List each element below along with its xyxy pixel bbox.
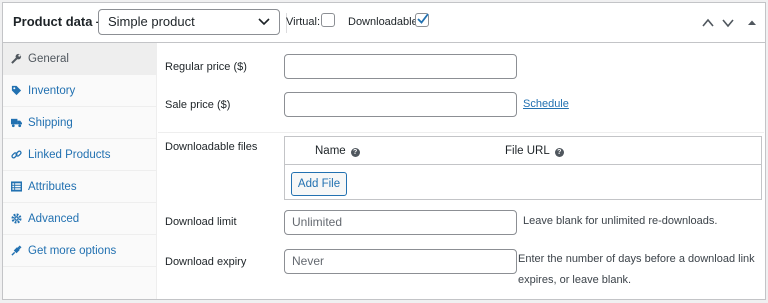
schedule-link[interactable]: Schedule [523,98,569,110]
panel-title: Product data — [13,14,110,29]
virtual-label: Virtual: [286,16,321,28]
download-expiry-label: Download expiry [165,256,247,268]
tab-label: Attributes [28,181,77,193]
downloadable-label: Downloadable: [348,16,421,28]
product-data-panel: Product data — Simple product Virtual: D… [2,2,766,300]
tab-label: General [28,53,69,65]
download-expiry-hint-line-2: expires, or leave blank. [518,274,632,286]
add-file-button[interactable]: Add File [291,172,347,196]
tab-label: Shipping [28,117,73,129]
list-icon [11,181,22,192]
download-limit-input[interactable]: Unlimited [284,210,517,235]
download-expiry-input[interactable]: Never [284,249,517,274]
tag-icon [11,85,22,96]
tab-label: Linked Products [28,149,111,161]
sale-price-label: Sale price ($) [165,99,231,111]
tab-label: Advanced [28,213,80,225]
tab-get-more-options[interactable]: Get more options [3,235,156,267]
tab-label: Inventory [28,85,76,97]
tab-advanced[interactable]: Advanced [3,203,156,235]
move-down-icon[interactable] [721,16,735,30]
product-type-select[interactable]: Simple product [98,9,280,35]
section-divider [158,132,764,133]
help-icon[interactable]: ? [350,148,360,157]
download-expiry-hint-line-1: Enter the number of days before a downlo… [518,253,755,265]
gear-icon [11,213,22,224]
plugin-icon [11,245,22,256]
tab-inventory[interactable]: Inventory [3,75,156,107]
tab-shipping[interactable]: Shipping [3,107,156,139]
column-header-file-url: File URL? [505,145,564,157]
regular-price-label: Regular price ($) [165,61,247,73]
move-up-icon[interactable] [701,16,715,30]
downloadable-files-table: Name? File URL? Add File [284,136,762,200]
wrench-icon [11,53,22,64]
downloadable-checkbox[interactable] [415,13,429,27]
checkmark-icon [417,13,429,24]
tab-label: Get more options [28,245,117,257]
sale-price-input[interactable] [284,92,517,117]
chevron-down-icon [258,18,270,26]
column-header-name: Name? [315,145,360,157]
files-table-header: Name? File URL? [285,137,761,165]
collapse-toggle-icon[interactable] [745,16,759,30]
download-limit-label: Download limit [165,216,237,228]
download-limit-hint: Leave blank for unlimited re-downloads. [523,215,718,227]
tab-linked-products[interactable]: Linked Products [3,139,156,171]
link-icon [11,150,22,159]
product-type-value: Simple product [108,14,195,29]
product-data-tabs: General Inventory Shipping Linked Produc… [3,43,157,299]
product-data-header: Product data — Simple product Virtual: D… [3,3,765,43]
regular-price-input[interactable] [284,54,517,79]
tab-general[interactable]: General [3,43,156,75]
virtual-checkbox[interactable] [321,13,335,27]
tab-attributes[interactable]: Attributes [3,171,156,203]
downloadable-files-label: Downloadable files [165,141,258,153]
help-icon[interactable]: ? [554,148,564,157]
truck-icon [11,118,22,128]
